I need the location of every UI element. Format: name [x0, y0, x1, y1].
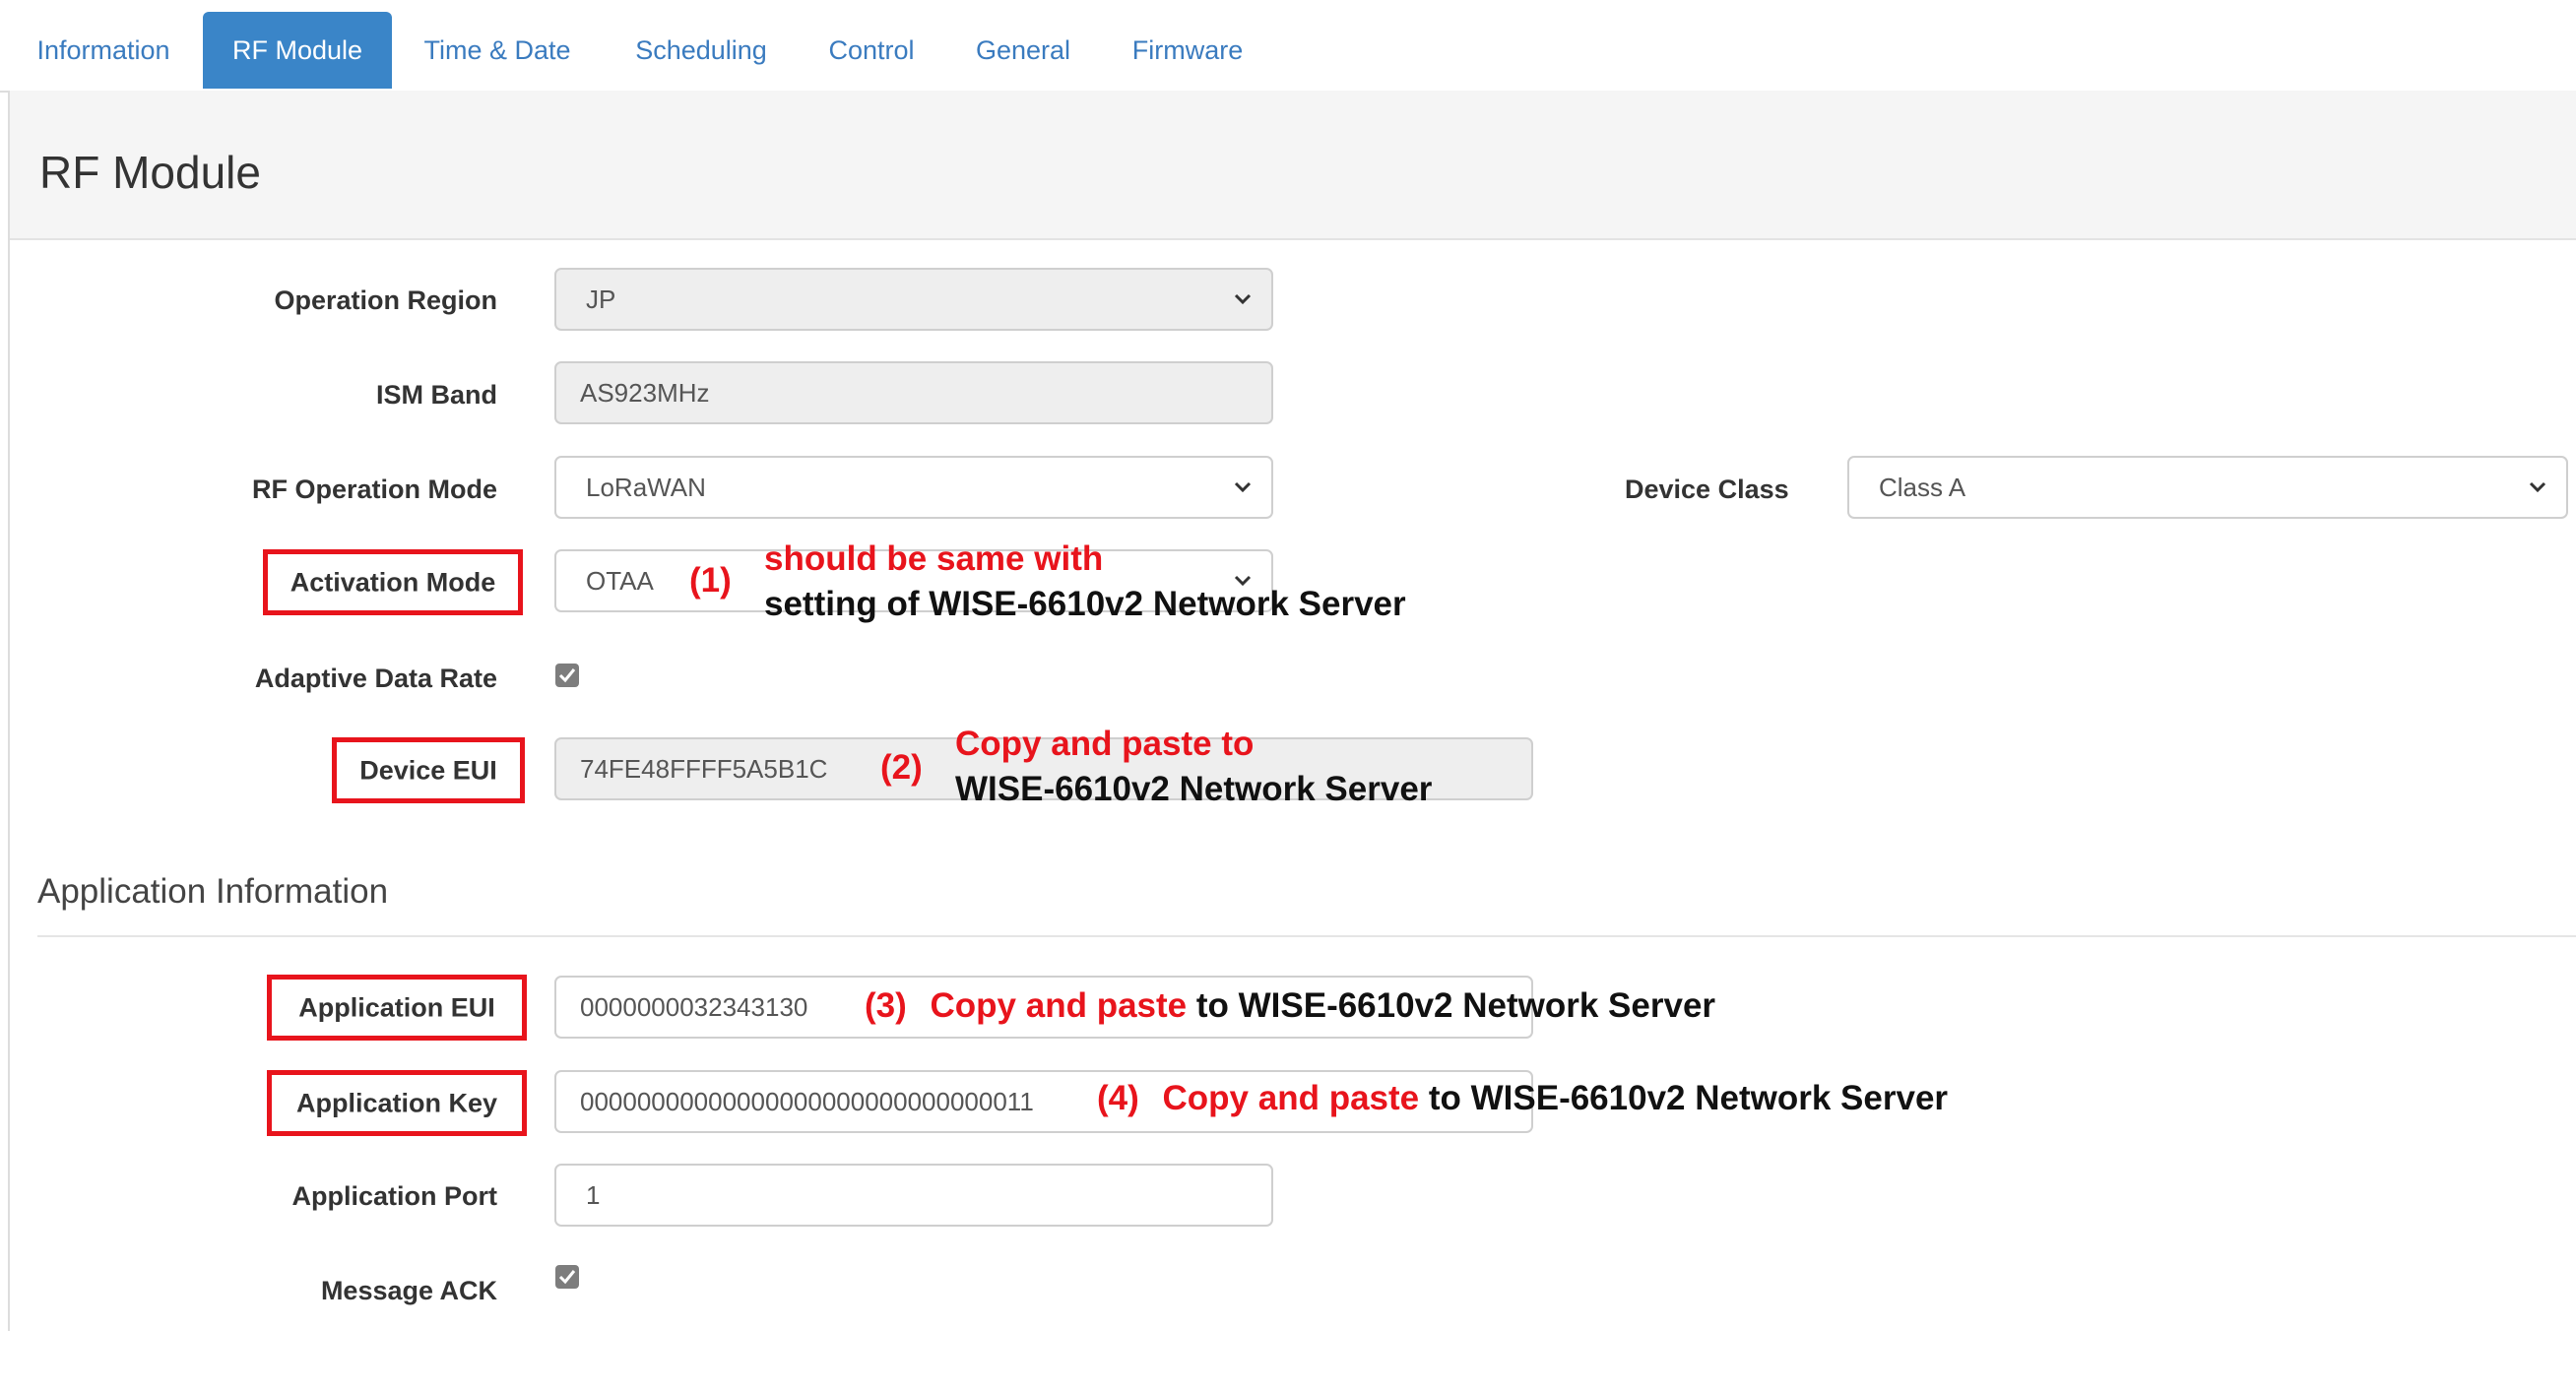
- ism-band-value: AS923MHz: [580, 378, 710, 408]
- annotation-4-red-text: Copy and paste: [1162, 1079, 1420, 1117]
- check-icon: [558, 1270, 576, 1285]
- annotation-3-number: (3): [865, 986, 907, 1025]
- operation-region-select[interactable]: JP: [554, 268, 1273, 331]
- annotation-3: (3) Copy and paste to WISE-6610v2 Networ…: [865, 984, 1715, 1028]
- device-class-label: Device Class: [1625, 475, 1789, 504]
- application-eui-label: Application EUI: [298, 992, 495, 1022]
- operation-region-value: JP: [586, 285, 616, 314]
- tab-control[interactable]: Control: [809, 12, 934, 89]
- section-divider: [37, 935, 2576, 937]
- annotation-4-number: (4): [1097, 1079, 1139, 1117]
- annotation-2-number: (2): [880, 748, 923, 787]
- message-ack-label: Message ACK: [320, 1276, 497, 1305]
- message-ack-checkbox[interactable]: [555, 1265, 579, 1289]
- ism-band-label: ISM Band: [375, 380, 497, 410]
- page-title: RF Module: [39, 147, 261, 198]
- rf-operation-mode-label: RF Operation Mode: [252, 475, 497, 504]
- activation-mode-value: OTAA: [586, 566, 654, 596]
- annotation-4: (4) Copy and paste to WISE-6610v2 Networ…: [1097, 1077, 1948, 1120]
- annotation-1-line1: should be same with: [764, 539, 1104, 578]
- annotation-2-line2: WISE-6610v2 Network Server: [955, 770, 1433, 808]
- application-port-label: Application Port: [291, 1181, 498, 1211]
- annotation-3-black-text: to WISE-6610v2 Network Server: [1195, 986, 1716, 1025]
- rf-operation-mode-value: LoRaWAN: [586, 473, 706, 502]
- activation-mode-label: Activation Mode: [290, 567, 496, 597]
- tab-bar: Information RF Module Time & Date Schedu…: [0, 0, 2576, 93]
- chevron-down-icon: [1228, 458, 1257, 517]
- chevron-down-icon: [1228, 270, 1257, 329]
- panel-border: [8, 238, 10, 1331]
- tab-firmware[interactable]: Firmware: [1113, 12, 1262, 89]
- tab-rf-module[interactable]: RF Module: [203, 12, 392, 89]
- application-port-field[interactable]: 1: [554, 1164, 1273, 1227]
- tab-information[interactable]: Information: [12, 12, 195, 89]
- application-key-label: Application Key: [295, 1088, 498, 1117]
- tab-general[interactable]: General: [957, 12, 1089, 89]
- activation-mode-label-box: Activation Mode: [263, 549, 523, 615]
- tab-time-date[interactable]: Time & Date: [406, 12, 589, 89]
- device-eui-value: 74FE48FFFF5A5B1C: [580, 754, 828, 784]
- application-eui-value: 0000000032343130: [580, 992, 808, 1022]
- annotation-1-number: (1): [689, 561, 732, 600]
- application-key-value: 00000000000000000000000000000011: [580, 1087, 1034, 1116]
- panel-header: RF Module: [8, 91, 2576, 240]
- operation-region-label: Operation Region: [274, 285, 497, 315]
- annotation-1-line2: setting of WISE-6610v2 Network Server: [764, 585, 1406, 623]
- tab-scheduling[interactable]: Scheduling: [612, 12, 790, 89]
- chevron-down-icon: [2523, 458, 2552, 517]
- application-port-value: 1: [586, 1180, 601, 1210]
- ism-band-field: AS923MHz: [554, 361, 1273, 424]
- annotation-3-red-text: Copy and paste: [930, 986, 1188, 1025]
- adaptive-data-rate-label: Adaptive Data Rate: [254, 664, 497, 693]
- device-eui-label: Device EUI: [359, 755, 497, 785]
- rf-operation-mode-select[interactable]: LoRaWAN: [554, 456, 1273, 519]
- application-key-label-box: Application Key: [267, 1070, 527, 1136]
- application-eui-label-box: Application EUI: [267, 975, 527, 1041]
- device-class-select[interactable]: Class A: [1847, 456, 2568, 519]
- adaptive-data-rate-checkbox[interactable]: [555, 664, 579, 687]
- application-info-heading: Application Information: [37, 872, 389, 911]
- check-icon: [558, 668, 576, 683]
- annotation-4-black-text: to WISE-6610v2 Network Server: [1428, 1079, 1949, 1117]
- device-class-value: Class A: [1879, 473, 1966, 502]
- device-eui-label-box: Device EUI: [332, 737, 525, 803]
- annotation-2-line1: Copy and paste to: [955, 725, 1255, 763]
